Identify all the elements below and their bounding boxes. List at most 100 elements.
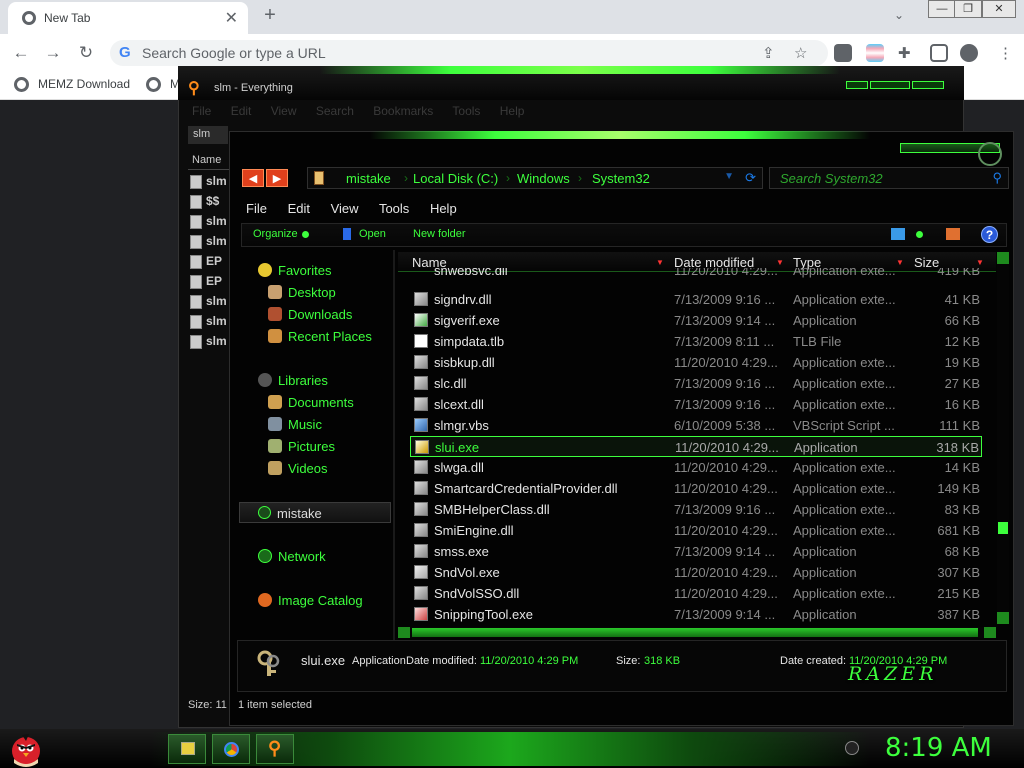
horizontal-scrollbar[interactable]: [398, 627, 996, 638]
nav-recent-places[interactable]: Recent Places: [268, 329, 372, 344]
tab-close-icon[interactable]: ✕: [225, 8, 238, 28]
scroll-thumb[interactable]: [412, 628, 978, 637]
organize-button[interactable]: Organize: [253, 228, 298, 240]
table-row[interactable]: sigverif.exe 7/13/2009 9:14 ... Applicatio…: [410, 310, 982, 331]
restore-button[interactable]: ❐: [954, 0, 982, 18]
table-row[interactable]: slwga.dll 11/20/2010 4:29... Application e…: [410, 457, 982, 478]
menu-tools[interactable]: Tools: [452, 104, 480, 118]
menu-edit[interactable]: Edit: [288, 201, 310, 216]
chrome-tab-new-tab[interactable]: New Tab ✕: [8, 2, 248, 34]
taskbar-explorer-button[interactable]: [168, 734, 206, 764]
list-item[interactable]: slm: [190, 314, 230, 334]
bookmark-memz-download[interactable]: MEMZ Download: [38, 77, 130, 91]
table-row-selected[interactable]: slui.exe 11/20/2010 4:29... Application 318…: [410, 436, 982, 457]
nav-pictures[interactable]: Pictures: [268, 439, 335, 454]
menu-edit[interactable]: Edit: [231, 104, 252, 118]
menu-help[interactable]: Help: [430, 201, 457, 216]
menu-help[interactable]: Help: [500, 104, 525, 118]
list-item[interactable]: slm: [190, 234, 230, 254]
forward-button[interactable]: ▶: [266, 169, 288, 187]
chrome-menu-icon[interactable]: ⋮: [998, 44, 1013, 62]
nav-music[interactable]: Music: [268, 417, 322, 432]
preview-pane-icon[interactable]: [946, 228, 960, 240]
table-row[interactable]: SndVol.exe 11/20/2010 4:29... Application 3…: [410, 562, 982, 583]
table-row[interactable]: SndVolSSO.dll 11/20/2010 4:29... Applicati…: [410, 583, 982, 604]
omnibox[interactable]: G Search Google or type a URL: [110, 40, 828, 66]
scroll-down-button[interactable]: [997, 612, 1009, 624]
list-item[interactable]: slm: [190, 174, 230, 194]
table-row[interactable]: snwebsvc.dll 11/20/2010 4:29... Applicat…: [410, 268, 982, 282]
list-item[interactable]: slm: [190, 214, 230, 234]
address-dropdown-icon[interactable]: ▼: [724, 171, 734, 182]
table-row[interactable]: SmartcardCredentialProvider.dll 11/20/201…: [410, 478, 982, 499]
table-row[interactable]: slc.dll 7/13/2009 9:16 ... Application ext…: [410, 373, 982, 394]
minimize-button[interactable]: —: [928, 0, 956, 18]
nav-desktop[interactable]: Desktop: [268, 285, 336, 300]
flag-extension-icon[interactable]: [866, 44, 884, 62]
table-row[interactable]: SnippingTool.exe 7/13/2009 9:14 ... Applic…: [410, 604, 982, 625]
forward-button[interactable]: →: [42, 42, 64, 64]
menu-file[interactable]: File: [246, 201, 267, 216]
scroll-up-button[interactable]: [997, 252, 1009, 264]
table-row[interactable]: slmgr.vbs 6/10/2009 5:38 ... VBScript Scri…: [410, 415, 982, 436]
table-row[interactable]: SMBHelperClass.dll 7/13/2009 9:16 ... Appl…: [410, 499, 982, 520]
extensions-puzzle-icon[interactable]: ✚: [898, 44, 911, 62]
back-button[interactable]: ←: [10, 42, 32, 64]
breadcrumb-windows[interactable]: Windows: [517, 171, 570, 186]
open-button[interactable]: Open: [359, 228, 386, 240]
table-row[interactable]: signdrv.dll 7/13/2009 9:16 ... Application…: [410, 289, 982, 310]
menu-file[interactable]: File: [192, 104, 211, 118]
nav-network[interactable]: Network: [258, 549, 326, 564]
list-item[interactable]: slm: [190, 294, 230, 314]
ublock-extension-icon[interactable]: [834, 44, 852, 62]
menu-view[interactable]: View: [271, 104, 297, 118]
tray-icon[interactable]: [845, 741, 859, 755]
nav-libraries[interactable]: Libraries: [258, 373, 328, 388]
table-row[interactable]: smss.exe 7/13/2009 9:14 ... Application 68 …: [410, 541, 982, 562]
nav-videos[interactable]: Videos: [268, 461, 328, 476]
bookmark-star-icon[interactable]: ☆: [794, 44, 807, 62]
nav-favorites[interactable]: Favorites: [258, 263, 331, 278]
vertical-scrollbar[interactable]: [997, 252, 1009, 624]
share-icon[interactable]: ⇪: [762, 44, 775, 62]
everything-search-input[interactable]: slm: [188, 126, 228, 144]
column-filter-icon[interactable]: ▼: [776, 258, 784, 267]
reload-button[interactable]: ↻: [75, 42, 97, 64]
everything-minimize-button[interactable]: [846, 81, 868, 89]
address-bar[interactable]: mistake › Local Disk (C:) › Windows › Sy…: [307, 167, 763, 189]
profile-avatar-icon[interactable]: [960, 44, 978, 62]
table-row[interactable]: slcext.dll 7/13/2009 9:16 ... Application …: [410, 394, 982, 415]
new-folder-button[interactable]: New folder: [413, 228, 466, 240]
back-button[interactable]: ◀: [242, 169, 264, 187]
everything-maximize-button[interactable]: [870, 81, 910, 89]
breadcrumb-local-disk[interactable]: Local Disk (C:): [413, 171, 498, 186]
list-item[interactable]: slm: [190, 334, 230, 354]
menu-tools[interactable]: Tools: [379, 201, 409, 216]
menu-search[interactable]: Search: [316, 104, 354, 118]
breadcrumb-system32[interactable]: System32: [592, 171, 650, 186]
everything-close-button[interactable]: [912, 81, 944, 89]
list-item[interactable]: $$: [190, 194, 230, 214]
column-filter-icon[interactable]: ▼: [976, 258, 984, 267]
table-row[interactable]: sisbkup.dll 11/20/2010 4:29... Application…: [410, 352, 982, 373]
breadcrumb-mistake[interactable]: mistake: [346, 171, 391, 186]
nav-documents[interactable]: Documents: [268, 395, 354, 410]
menu-view[interactable]: View: [331, 201, 359, 216]
menu-bookmarks[interactable]: Bookmarks: [373, 104, 433, 118]
table-row[interactable]: SmiEngine.dll 11/20/2010 4:29... Applicati…: [410, 520, 982, 541]
list-item[interactable]: EP: [190, 274, 230, 294]
list-item[interactable]: EP: [190, 254, 230, 274]
everything-column-name[interactable]: Name: [188, 152, 232, 170]
help-icon[interactable]: ?: [981, 226, 998, 243]
start-button[interactable]: [8, 729, 44, 767]
taskbar-chrome-button[interactable]: [212, 734, 250, 764]
taskbar-everything-button[interactable]: ⚲: [256, 734, 294, 764]
new-tab-button[interactable]: +: [258, 4, 282, 28]
close-window-button[interactable]: ✕: [982, 0, 1016, 18]
view-options-icon[interactable]: [891, 228, 905, 240]
search-input[interactable]: Search System32 ⚲: [769, 167, 1009, 189]
nav-homegroup-mistake[interactable]: mistake: [239, 502, 391, 523]
tab-search-dropdown-icon[interactable]: ⌄: [894, 8, 904, 22]
scroll-right-button[interactable]: [984, 627, 996, 638]
scroll-thumb[interactable]: [998, 522, 1008, 534]
